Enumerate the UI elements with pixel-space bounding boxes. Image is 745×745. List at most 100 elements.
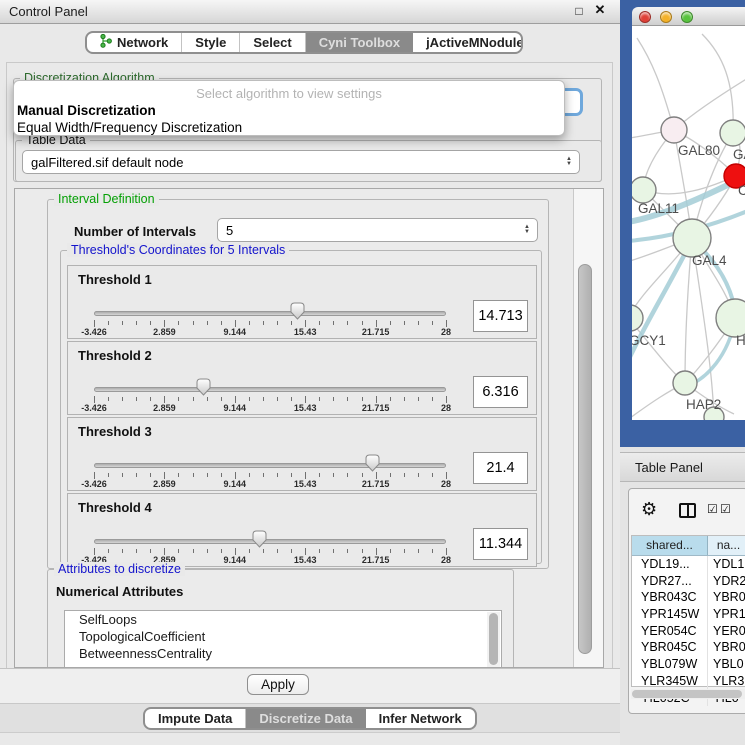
table-row[interactable]: YBL079WYBL0 bbox=[632, 656, 745, 673]
slider-track[interactable] bbox=[94, 539, 446, 544]
tab-select[interactable]: Select bbox=[240, 33, 305, 52]
tab-label: Network bbox=[117, 35, 168, 50]
tab-jactivemnodules[interactable]: jActiveMNodules bbox=[413, 33, 523, 52]
interval-definition-group: Interval Definition Number of Intervals … bbox=[47, 199, 549, 569]
network-window-titlebar[interactable] bbox=[632, 7, 745, 26]
network-canvas[interactable]: GAL80GACGAL11GAL4GCY1HHAP2 bbox=[632, 26, 745, 420]
table-row[interactable]: YBR045CYBR0 bbox=[632, 639, 745, 656]
threshold-box-4: Threshold 4-3.4262.8599.14415.4321.71528… bbox=[67, 493, 537, 567]
slider-track[interactable] bbox=[94, 387, 446, 392]
network-window: GAL80GACGAL11GAL4GCY1HHAP2 bbox=[632, 7, 745, 420]
apply-button[interactable]: Apply bbox=[247, 674, 309, 695]
attributes-group: Attributes to discretize Numerical Attri… bbox=[47, 569, 514, 668]
threshold-box-2: Threshold 2 -3.4262.8599.14415.4321.71528… bbox=[67, 341, 537, 415]
network-node-hap2[interactable] bbox=[673, 371, 697, 395]
threshold-label: Threshold 2 bbox=[78, 348, 152, 363]
node-label-gal4: GAL4 bbox=[692, 253, 727, 268]
slider-track[interactable] bbox=[94, 311, 446, 316]
table-horizontal-scrollbar[interactable] bbox=[631, 689, 745, 699]
spinner-arrows-icon[interactable]: ▲▼ bbox=[524, 225, 530, 235]
threshold-value-field[interactable]: 21.4 bbox=[473, 452, 528, 484]
threshold-value-field[interactable]: 6.316 bbox=[473, 376, 528, 408]
slider-handle[interactable] bbox=[252, 530, 267, 548]
slider-tick-labels: -3.4262.8599.14415.4321.71528 bbox=[94, 403, 446, 414]
option-equal-width-frequency[interactable]: Equal Width/Frequency Discretization bbox=[14, 120, 564, 135]
cell-name: YDL1 bbox=[708, 556, 745, 573]
slider-handle[interactable] bbox=[196, 378, 211, 396]
tab-style[interactable]: Style bbox=[182, 33, 240, 52]
close-icon[interactable]: ✕ bbox=[593, 3, 607, 17]
network-node-ga[interactable] bbox=[720, 120, 745, 146]
table-toolbar: ⚙ ☑ ☑ bbox=[629, 489, 745, 533]
numerical-attributes-list: SelfLoopsTopologicalCoefficientBetweenne… bbox=[64, 610, 502, 668]
threshold-label: Threshold 4 bbox=[78, 500, 152, 515]
node-label-gal11: GAL11 bbox=[638, 201, 679, 216]
scrollbar-thumb[interactable] bbox=[632, 690, 742, 698]
table-row[interactable]: YDL19...YDL1 bbox=[632, 556, 745, 573]
network-node-gal4[interactable] bbox=[673, 219, 711, 257]
float-window-icon[interactable]: □ bbox=[572, 4, 586, 18]
tab-impute-data[interactable]: Impute Data bbox=[145, 709, 246, 728]
panel-title: Control Panel bbox=[9, 4, 88, 19]
tab-discretize-data[interactable]: Discretize Data bbox=[246, 709, 365, 728]
table-row[interactable]: YER054CYER0 bbox=[632, 623, 745, 640]
table-data-combobox[interactable]: galFiltered.sif default node ▲▼ bbox=[22, 150, 580, 174]
cell-shared-name: YDL19... bbox=[632, 556, 708, 573]
tab-label: Style bbox=[195, 35, 226, 50]
cell-shared-name: YER054C bbox=[632, 623, 708, 640]
attributes-list-scrollbar[interactable] bbox=[487, 612, 500, 668]
tab-label: Discretize Data bbox=[259, 711, 352, 726]
list-item-selfloops[interactable]: SelfLoops bbox=[65, 611, 501, 628]
table-row[interactable]: YBR043CYBR0 bbox=[632, 589, 745, 606]
cell-shared-name: YPR145W bbox=[632, 606, 708, 623]
tab-infer-network[interactable]: Infer Network bbox=[366, 709, 475, 728]
network-node-gal80[interactable] bbox=[661, 117, 687, 143]
threshold-value-field[interactable]: 14.713 bbox=[473, 300, 528, 332]
network-node-gal11[interactable] bbox=[632, 177, 656, 203]
tab-cyni-toolbox[interactable]: Cyni Toolbox bbox=[306, 33, 413, 52]
tab-network[interactable]: Network bbox=[87, 33, 182, 52]
slider-track[interactable] bbox=[94, 463, 446, 468]
settings-vertical-scrollbar[interactable] bbox=[573, 189, 604, 667]
cell-shared-name: YDR27... bbox=[632, 573, 708, 590]
attributes-title: Attributes to discretize bbox=[54, 562, 185, 576]
column-header-name[interactable]: na... bbox=[708, 536, 745, 555]
apply-bar: Apply bbox=[0, 668, 620, 703]
number-of-intervals-spinner[interactable]: 5 ▲▼ bbox=[217, 218, 538, 242]
checkbox-icon[interactable]: ☑ bbox=[720, 502, 731, 516]
list-item-topologicalcoefficient[interactable]: TopologicalCoefficient bbox=[65, 628, 501, 645]
network-node-gcy1[interactable] bbox=[632, 305, 643, 331]
spinner-arrows-icon[interactable]: ▲▼ bbox=[566, 157, 572, 167]
column-header-shared[interactable]: shared... bbox=[632, 536, 708, 555]
app-root: Control Panel □ ✕ Network Style SelectCyni… bbox=[0, 0, 745, 745]
scrollbar-thumb[interactable] bbox=[489, 613, 498, 665]
option-manual-discretization[interactable]: Manual Discretization bbox=[14, 103, 564, 118]
threshold-value-field[interactable]: 11.344 bbox=[473, 528, 528, 560]
columns-icon[interactable] bbox=[679, 503, 696, 518]
gear-icon[interactable]: ⚙ bbox=[641, 499, 657, 520]
network-edge[interactable] bbox=[637, 38, 674, 130]
zoom-traffic-light-icon[interactable] bbox=[681, 11, 693, 23]
slider-handle[interactable] bbox=[290, 302, 305, 320]
network-node-h[interactable] bbox=[716, 299, 745, 337]
table-data-value: galFiltered.sif default node bbox=[31, 151, 183, 175]
table-row[interactable]: YPR145WYPR1 bbox=[632, 606, 745, 623]
table-row[interactable]: YDR27...YDR2 bbox=[632, 573, 745, 590]
table-panel-titlebar: Table Panel bbox=[620, 452, 745, 482]
table-body: YDL19...YDL1YDR27...YDR2YBR043CYBR0YPR14… bbox=[632, 556, 745, 706]
algorithm-hint-option[interactable]: Select algorithm to view settings bbox=[14, 86, 564, 101]
table-row[interactable]: YLR345WYLR3 bbox=[632, 673, 745, 690]
close-traffic-light-icon[interactable] bbox=[639, 11, 651, 23]
threshold-box-3: Threshold 3-3.4262.8599.14415.4321.71528… bbox=[67, 417, 537, 491]
cell-shared-name: YBR045C bbox=[632, 639, 708, 656]
minimize-traffic-light-icon[interactable] bbox=[660, 11, 672, 23]
node-label-gcy1: GCY1 bbox=[632, 333, 666, 348]
slider-handle[interactable] bbox=[365, 454, 380, 472]
scrollbar-thumb[interactable] bbox=[578, 264, 592, 654]
list-item-betweennesscentrality[interactable]: BetweennessCentrality bbox=[65, 645, 501, 662]
network-edge[interactable] bbox=[702, 34, 733, 133]
table-header-row: shared... na... bbox=[632, 536, 745, 556]
network-edge[interactable] bbox=[685, 238, 692, 383]
checkbox-icon[interactable]: ☑ bbox=[707, 502, 718, 516]
settings-scroll-panel: Interval Definition Number of Intervals … bbox=[14, 188, 604, 668]
